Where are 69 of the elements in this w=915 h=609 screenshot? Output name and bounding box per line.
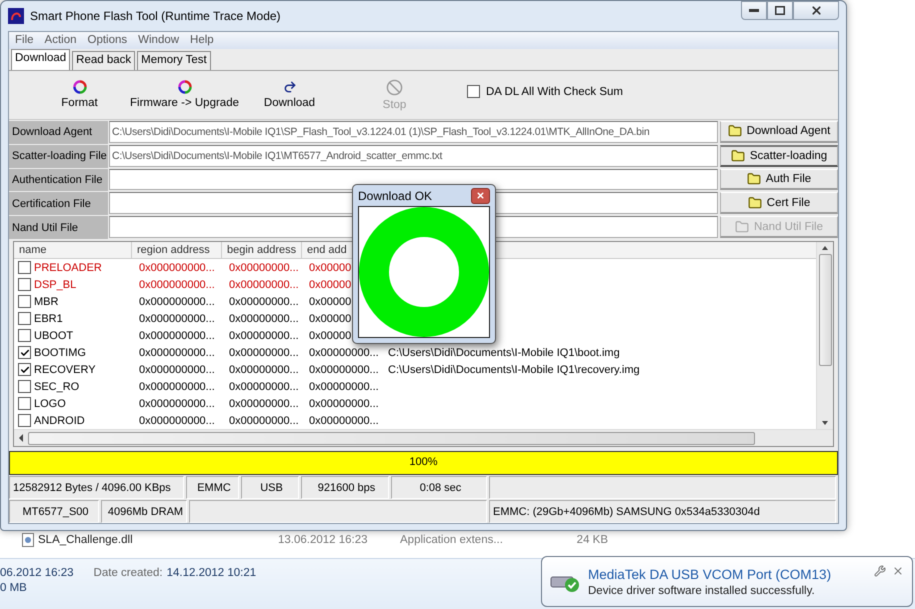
table-cell: LOGO <box>14 395 132 412</box>
table-cell: SEC_RO <box>14 378 132 396</box>
field-label: Certification File <box>9 192 108 216</box>
file-type: Application extens... <box>400 534 504 546</box>
table-cell: UBOOT <box>14 327 132 344</box>
table-cell-text: 0x000000000... <box>138 362 216 378</box>
table-cell-text: 0x00000 <box>308 328 352 344</box>
table-cell-text: 0x000000000... <box>138 396 216 412</box>
notification-message: Device driver software installed successfully. <box>588 584 816 596</box>
table-cell-text: C:\Users\Didi\Documents\I-Mobile IQ1\boot.img <box>387 346 621 361</box>
table-cell: RECOVERY <box>14 361 132 378</box>
table-cell-text: 0x00000000... <box>228 414 300 429</box>
table-cell-text: 0x00000 <box>308 312 352 327</box>
table-cell-text: 0x00000000... <box>228 260 300 276</box>
created-date: 14.12.2012 10:21 <box>166 567 256 579</box>
table-cell-text: 0x00000000... <box>308 414 380 429</box>
table-cell: ANDROID <box>14 412 132 430</box>
table-cell: BOOTIMG <box>14 344 132 362</box>
table-cell: PRELOADER <box>14 259 132 276</box>
status-cell: MT6577_S00 <box>9 500 99 523</box>
table-cell-text: 0x000000000... <box>138 380 216 395</box>
status-cell: 4096Mb DRAM <box>101 500 187 523</box>
table-cell-text: C:\Users\Didi\Documents\I-Mobile IQ1\recovery.img <box>387 362 641 378</box>
table-cell-text: 0x000000000... <box>138 294 216 310</box>
field-label: Nand Util File <box>9 216 108 240</box>
table-cell-text: 0x000000000... <box>138 346 216 361</box>
browse-button: Nand Util File <box>720 216 838 238</box>
window-title: Smart Phone Flash Tool (Runtime Trace Mode) <box>30 9 281 23</box>
field-label: Authentication File <box>9 168 108 192</box>
table-cell-text: 0x00000000... <box>228 362 300 378</box>
table-cell-text: 0x00000 <box>308 278 352 293</box>
table-cell-text: 0x000000000... <box>138 278 216 293</box>
status-cell: 12582912 Bytes / 4096.00 KBps <box>9 476 184 500</box>
table-cell-text: 0x00000000... <box>308 362 380 378</box>
table-cell-text: 0x00000000... <box>228 278 300 293</box>
table-cell-text: 0x00000000... <box>228 346 300 361</box>
table-cell: EBR1 <box>14 310 132 328</box>
table-cell-text: 0x00000000... <box>228 312 300 327</box>
checkbox-label: DA DL All With Check Sum <box>486 86 623 98</box>
table-cell-text: 0x00000000... <box>228 380 300 395</box>
dialog-title: Download OK <box>358 188 432 202</box>
table-cell-text: 0x00000 <box>308 294 352 310</box>
table-cell-text: 0x00000000... <box>308 396 380 412</box>
field-label: Download Agent <box>9 120 108 144</box>
file-size: 24 KB <box>576 534 608 546</box>
status-cell: 0:08 sec <box>391 476 487 500</box>
table-cell-text: 0x000000000... <box>138 414 216 429</box>
status-cell: EMMC <box>186 476 239 500</box>
modified-date: 06.2012 16:23 <box>0 567 74 579</box>
table-cell-text: 0x00000 <box>308 260 352 276</box>
progress-text: 100% <box>409 456 438 468</box>
file-date: 13.06.2012 16:23 <box>278 534 369 546</box>
details-label: Date created: <box>94 567 163 579</box>
table-cell-text: 0x000000000... <box>138 312 216 327</box>
notification-title: MediaTek DA USB VCOM Port (COM13) <box>588 566 832 582</box>
table-cell-text: 0x00000000... <box>308 346 380 361</box>
table-cell: DSP_BL <box>14 276 132 294</box>
status-cell: EMMC: (29Gb+4096Mb) SAMSUNG 0x534a5330304d <box>489 500 836 523</box>
table-cell-text: 0x00000000... <box>228 396 300 412</box>
table-cell: MBR <box>14 293 132 310</box>
table-cell-text: 0x00000000... <box>228 294 300 310</box>
file-size: 0 MB <box>0 582 27 594</box>
table-cell-text: 0x000000000... <box>138 328 216 344</box>
table-cell-text: 0x00000000... <box>308 380 380 395</box>
status-cell: USB <box>241 476 299 500</box>
table-cell-text: 0x00000000... <box>228 328 300 344</box>
table-cell-text: 0x000000000... <box>138 260 216 276</box>
field-label: Scatter-loading File <box>9 144 108 168</box>
status-cell: 921600 bps <box>301 476 389 500</box>
